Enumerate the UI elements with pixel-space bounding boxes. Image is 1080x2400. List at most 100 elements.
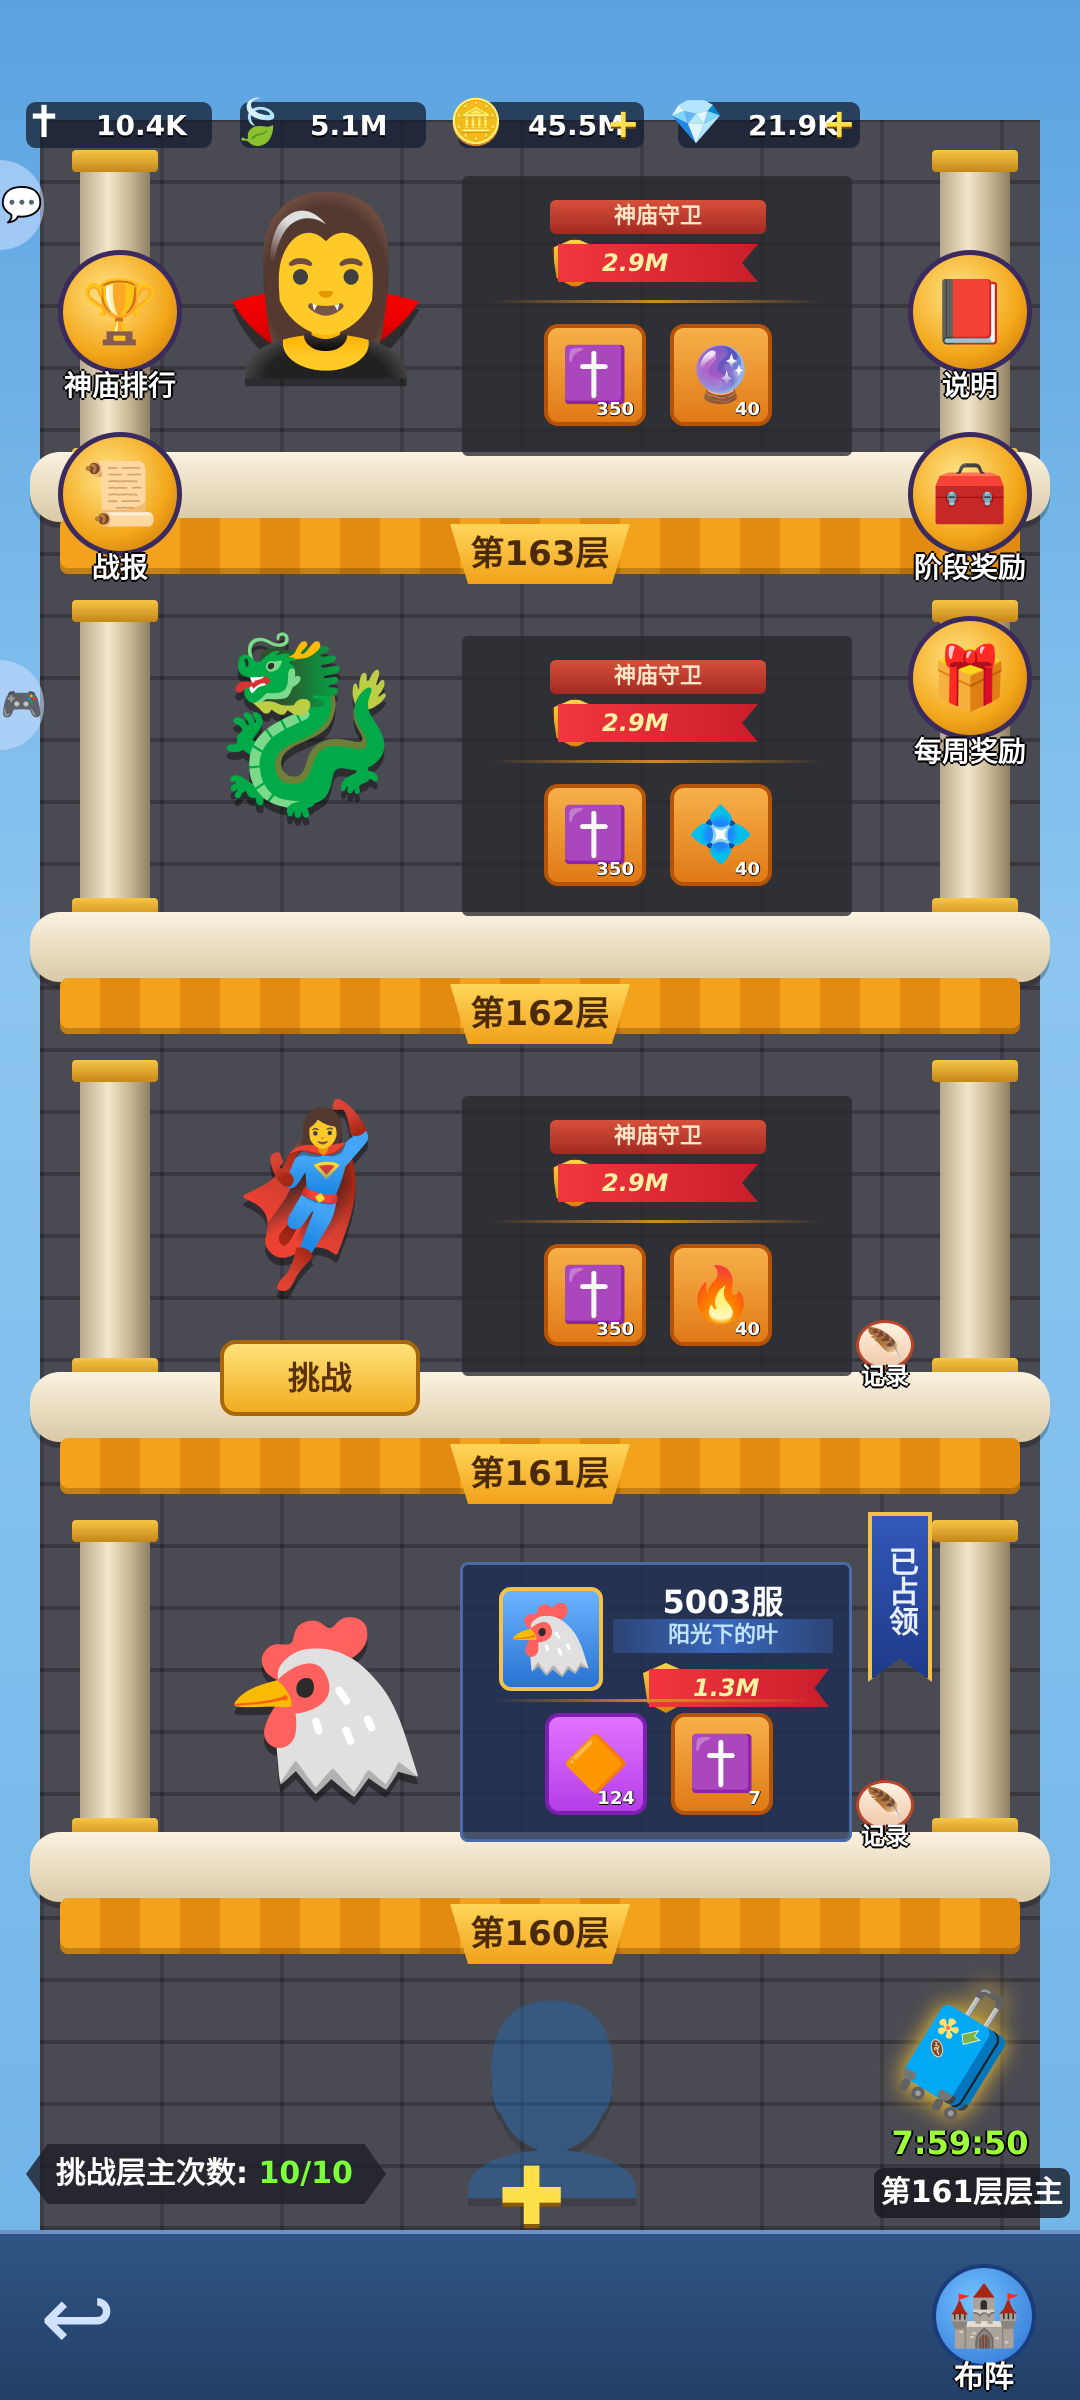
resource-value: 5.1M: [310, 108, 388, 142]
divider: [492, 1220, 822, 1223]
help-label: 说明: [941, 369, 998, 402]
attempts-label: 挑战层主次数:: [56, 2156, 248, 2191]
stage-reward-label: 阶段奖励: [913, 551, 1026, 584]
temple-ranking-button[interactable]: 🏆 神庙排行: [50, 250, 190, 410]
player-name: 阳光下的叶: [613, 1619, 833, 1653]
resource-green-gem[interactable]: 💎 21.9K +: [669, 97, 860, 148]
guard-panel-163[interactable]: 神庙守卫 2.9M ✝️ 350 🔮 40: [462, 176, 852, 456]
green-leaf-icon: 🍃: [230, 97, 286, 148]
gold-cross-icon: ✝️: [561, 1263, 629, 1326]
floor-lord-chest-icon[interactable]: 🧳: [872, 1980, 1042, 2130]
formation-label: 布阵: [954, 2360, 1014, 2395]
player-server: 5003服: [662, 1583, 784, 1621]
floor-label-163: 第163层: [450, 524, 630, 584]
guard-panel-161[interactable]: 神庙守卫 2.9M ✝️ 350 🔥 40: [462, 1096, 852, 1376]
guard-panel-162[interactable]: 神庙守卫 2.9M ✝️ 350 💠 40: [462, 636, 852, 916]
pillar: [72, 600, 158, 920]
guard-power: 2.9M: [558, 704, 758, 742]
gold-cross-icon: ✝️: [561, 343, 629, 406]
record-button-160[interactable]: 🪶 记录: [850, 1780, 920, 1854]
guard-power: 2.9M: [558, 244, 758, 282]
guard-character-161[interactable]: 🦸‍♀️: [200, 1110, 412, 1280]
pillar: [932, 1060, 1018, 1380]
record-label: 记录: [861, 1362, 909, 1390]
battle-report-label: 战报: [91, 551, 148, 584]
trophy-icon: 🏆: [58, 250, 182, 374]
add-gem-plus-icon[interactable]: +: [822, 104, 856, 144]
reward-item[interactable]: ✝️ 350: [544, 784, 646, 886]
guard-character-163[interactable]: 🧛‍♀️: [220, 200, 432, 370]
player-avatar[interactable]: 🐔: [499, 1587, 603, 1691]
reward-item[interactable]: ✝️ 350: [544, 1244, 646, 1346]
formation-button[interactable]: 🏰 布阵: [924, 2264, 1044, 2395]
gold-coin-icon: 🪙: [448, 97, 504, 148]
resource-green-leaf: 🍃 5.1M: [231, 97, 426, 148]
guard-power: 2.9M: [558, 1164, 758, 1202]
resource-gold-coin[interactable]: 🪙 45.5M +: [449, 97, 644, 148]
floor-lord-label[interactable]: 第161层层主: [874, 2168, 1070, 2218]
floor-lord-timer: 7:59:50: [891, 2124, 1029, 2162]
back-arrow-icon[interactable]: ↩: [40, 2274, 150, 2364]
stage-reward-button[interactable]: 🧰 阶段奖励: [900, 432, 1040, 592]
gold-cross-icon: ✝: [25, 96, 63, 148]
add-coin-plus-icon[interactable]: +: [606, 104, 640, 144]
floor-ledge: [30, 912, 1050, 982]
chest-icon: 🧰: [908, 432, 1032, 556]
question-book-icon: 📕: [908, 250, 1032, 374]
reward-count: 40: [734, 399, 760, 420]
reward-item[interactable]: 🔥 40: [670, 1244, 772, 1346]
pillar: [72, 1060, 158, 1380]
reward-count: 350: [596, 859, 634, 880]
side-tool-tab[interactable]: 🎮: [0, 660, 44, 750]
weekly-reward-label: 每周奖励: [913, 735, 1026, 768]
pillar: [932, 1520, 1018, 1840]
occupied-panel-160[interactable]: 🐔 5003服 阳光下的叶 1.3M 🔶 124 ✝️ 7: [460, 1562, 852, 1842]
reward-count: 7: [748, 1788, 761, 1809]
temple-ranking-label: 神庙排行: [63, 369, 176, 402]
record-button-161[interactable]: 🪶 记录: [850, 1320, 920, 1394]
guard-title: 神庙守卫: [550, 660, 766, 694]
help-button[interactable]: 📕 说明: [900, 250, 1040, 410]
gold-cross-icon: ✝️: [561, 803, 629, 866]
reward-count: 350: [596, 399, 634, 420]
reward-count: 40: [734, 1319, 760, 1340]
purple-crystal-icon: 🔮: [687, 343, 755, 406]
bottom-bar: ↩ 🏰 布阵: [0, 2230, 1080, 2400]
resource-gold-cross: ✝ 10.4K: [26, 97, 212, 148]
weekly-reward-button[interactable]: 🎁 每周奖励: [900, 616, 1040, 776]
challenge-button[interactable]: 挑战: [220, 1340, 420, 1416]
resource-value: 10.4K: [96, 108, 187, 142]
golden-chest-icon: 🎁: [908, 616, 1032, 740]
lord-character-160[interactable]: 🐔: [220, 1620, 432, 1790]
occupied-banner: 已占领: [868, 1512, 932, 1682]
divider: [492, 760, 822, 763]
reward-count: 124: [597, 1788, 635, 1809]
floor-label-161: 第161层: [450, 1444, 630, 1504]
blue-crystal-icon: 💠: [687, 803, 755, 866]
attempts-value: 10/10: [258, 2156, 353, 2191]
floor-label-162: 第162层: [450, 984, 630, 1044]
floor-label-160: 第160层: [450, 1904, 630, 1964]
guard-title: 神庙守卫: [550, 200, 766, 234]
reward-item[interactable]: ✝️ 7: [671, 1713, 773, 1815]
reward-item[interactable]: 💠 40: [670, 784, 772, 886]
gold-cross-icon: ✝️: [688, 1732, 756, 1795]
guard-title: 神庙守卫: [550, 1120, 766, 1154]
reward-count: 40: [734, 859, 760, 880]
reward-count: 350: [596, 1319, 634, 1340]
chat-tab[interactable]: 💬: [0, 160, 44, 250]
reward-item[interactable]: 🔮 40: [670, 324, 772, 426]
reward-item[interactable]: 🔶 124: [545, 1713, 647, 1815]
record-label: 记录: [861, 1822, 909, 1850]
divider: [493, 1699, 819, 1702]
pillar: [72, 1520, 158, 1840]
guard-character-162[interactable]: 🐉: [200, 640, 412, 810]
red-crystal-icon: 🔥: [687, 1263, 755, 1326]
green-gem-icon: 💎: [668, 97, 724, 148]
purple-rune-icon: 🔶: [562, 1732, 630, 1795]
reward-item[interactable]: ✝️ 350: [544, 324, 646, 426]
battle-report-button[interactable]: 📜 战报: [50, 432, 190, 592]
challenge-attempts: 挑战层主次数: 10/10: [26, 2144, 386, 2204]
divider: [492, 300, 822, 303]
report-scroll-icon: 📜: [58, 432, 182, 556]
